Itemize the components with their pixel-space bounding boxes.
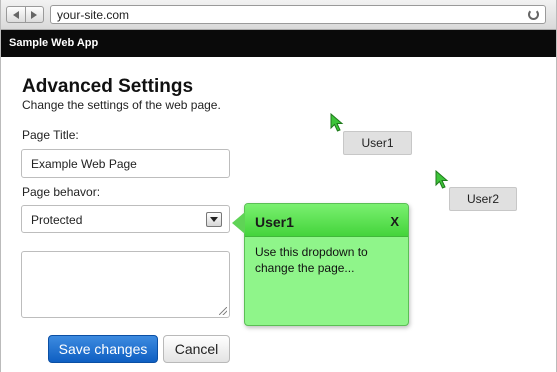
user1-comment-tooltip: User1 X Use this dropdown to change the … (232, 203, 409, 326)
page-behavior-select[interactable]: Protected (21, 205, 230, 233)
nav-buttons (6, 6, 44, 23)
back-arrow-icon (12, 10, 19, 19)
tooltip-header: User1 X (245, 204, 408, 237)
page-title-label: Page Title: (22, 128, 79, 142)
chevron-down-icon (210, 217, 218, 222)
page-behavior-label: Page behavor: (22, 185, 101, 199)
user1-cursor-icon (330, 113, 344, 132)
browser-toolbar: your-site.com (0, 0, 557, 30)
dropdown-toggle[interactable] (206, 212, 222, 227)
app-header: Sample Web App (0, 30, 557, 57)
tooltip-body: Use this dropdown to change the page... (255, 245, 368, 275)
page-subheading: Change the settings of the web page. (22, 98, 221, 112)
app-title: Sample Web App (9, 37, 99, 49)
save-button[interactable]: Save changes (48, 335, 158, 363)
forward-button[interactable] (24, 7, 44, 22)
address-bar[interactable]: your-site.com (50, 5, 546, 24)
page-heading: Advanced Settings (22, 76, 194, 97)
tooltip-pointer (232, 212, 245, 234)
resize-grip-icon[interactable] (219, 307, 227, 315)
user2-tag: User2 (449, 187, 517, 211)
back-button[interactable] (7, 7, 25, 22)
cancel-button[interactable]: Cancel (163, 335, 230, 363)
close-icon[interactable]: X (390, 214, 399, 229)
page-behavior-value: Protected (31, 213, 83, 227)
user1-tag: User1 (343, 131, 412, 155)
notes-textarea[interactable] (21, 251, 230, 318)
tooltip-title: User1 (255, 214, 294, 230)
page-title-value: Example Web Page (31, 157, 137, 171)
url-text: your-site.com (57, 8, 130, 22)
forward-arrow-icon (31, 10, 38, 19)
page-title-input[interactable]: Example Web Page (21, 149, 230, 178)
user2-cursor-icon (435, 170, 449, 189)
reload-icon[interactable] (528, 9, 539, 20)
